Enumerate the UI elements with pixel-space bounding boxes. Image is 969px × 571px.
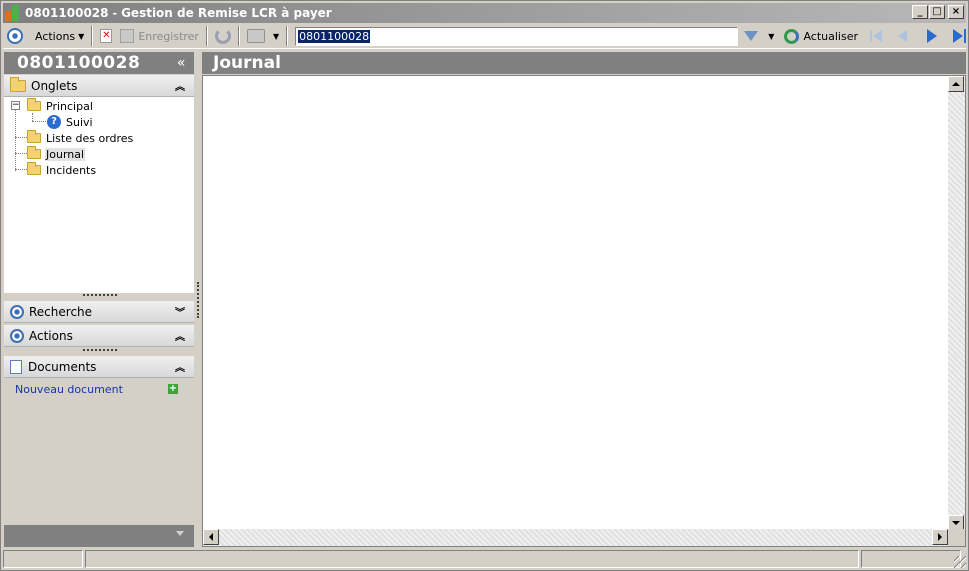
- print-button[interactable]: ▼: [243, 26, 283, 47]
- app-window: 0801100028 - Gestion de Remise LCR à pay…: [0, 0, 969, 571]
- search-circle-icon: [10, 304, 24, 319]
- toolbar-separator: [286, 26, 289, 46]
- tree-item-label: Incidents: [46, 163, 97, 177]
- maximize-button[interactable]: □: [929, 5, 945, 19]
- status-cell: [85, 550, 859, 568]
- collapse-panel-icon[interactable]: «: [177, 52, 186, 74]
- horizontal-scrollbar[interactable]: [203, 529, 948, 546]
- section-recherche-label: Recherche: [29, 304, 93, 319]
- new-document-link[interactable]: Nouveau document: [15, 383, 123, 396]
- save-button[interactable]: Enregistrer: [116, 26, 203, 47]
- toolbar: Actions ▼ ✕ Enregistrer ▼ 0801100028 ▼ A…: [3, 24, 966, 49]
- print-icon: [246, 29, 265, 43]
- actions-menu-button[interactable]: Actions ▼: [31, 26, 88, 47]
- chevron-up-icon[interactable]: ︽: [175, 328, 185, 343]
- tree-item-incidents[interactable]: Incidents: [27, 162, 97, 178]
- folder-open-icon: [27, 146, 41, 159]
- chevron-up-icon[interactable]: ︽: [175, 359, 185, 374]
- tree-item-journal[interactable]: Journal: [27, 146, 86, 162]
- add-document-icon[interactable]: +: [168, 384, 178, 394]
- folder-icon: [27, 162, 41, 175]
- filter-icon[interactable]: [744, 31, 759, 41]
- status-bar: [3, 550, 966, 568]
- chevron-down-icon[interactable]: ︾: [175, 304, 185, 319]
- section-documents[interactable]: Documents ︽: [4, 356, 194, 378]
- app-icon: [5, 5, 21, 21]
- folder-icon: [27, 98, 41, 111]
- next-record-button[interactable]: [927, 29, 937, 43]
- minimize-button[interactable]: _: [912, 5, 928, 19]
- tree-item-label: Liste des ordres: [46, 131, 134, 145]
- main-panel-title: Journal: [213, 53, 281, 73]
- help-icon: ?: [47, 115, 61, 129]
- actions-circle-icon[interactable]: [7, 28, 23, 44]
- window-resize-grip[interactable]: [954, 556, 966, 568]
- previous-record-button[interactable]: [898, 30, 907, 42]
- section-onglets-label: Onglets: [31, 78, 78, 93]
- document-icon: [10, 359, 22, 374]
- scroll-right-button[interactable]: [932, 529, 948, 545]
- section-documents-label: Documents: [28, 359, 97, 374]
- panel-resize-grip[interactable]: [83, 349, 117, 352]
- status-cell: [861, 550, 961, 568]
- sync-icon: [214, 28, 231, 44]
- section-actions[interactable]: Actions ︽: [4, 325, 194, 347]
- tabs-tree: − Principal ? Suivi Liste des ordres Jou…: [4, 97, 194, 293]
- vertical-scrollbar[interactable]: [948, 76, 965, 531]
- toolbar-separator: [91, 26, 94, 46]
- title-separator: -: [112, 6, 118, 20]
- first-record-icon-bar: [870, 30, 872, 42]
- search-input[interactable]: 0801100028: [295, 26, 739, 46]
- chevron-up-icon[interactable]: ︽: [175, 78, 185, 93]
- last-record-button[interactable]: [953, 29, 963, 43]
- actions-circle-icon: [10, 328, 24, 343]
- scroll-left-button[interactable]: [203, 529, 219, 545]
- left-panel-title: 0801100028: [17, 53, 141, 73]
- delete-icon: ✕: [100, 29, 113, 43]
- panel-resize-grip[interactable]: [83, 294, 117, 297]
- search-input-value: 0801100028: [298, 29, 371, 43]
- section-actions-label: Actions: [29, 328, 73, 343]
- pane-splitter[interactable]: [195, 52, 201, 548]
- folder-icon: [10, 76, 26, 92]
- refresh-button[interactable]: Actualiser: [780, 26, 862, 47]
- journal-content-area: [202, 75, 966, 547]
- documents-panel: Nouveau document +: [4, 379, 194, 525]
- chevron-down-icon: ▼: [272, 31, 280, 41]
- tree-item-label: Journal: [45, 147, 86, 161]
- tree-item-suivi[interactable]: ? Suivi: [47, 114, 94, 130]
- tree-item-label: Principal: [46, 99, 93, 113]
- filter-dropdown-icon[interactable]: ▼: [768, 32, 774, 41]
- main-panel-header: Journal: [202, 52, 966, 74]
- save-label: Enregistrer: [138, 29, 199, 43]
- section-recherche[interactable]: Recherche ︾: [4, 301, 194, 323]
- section-onglets[interactable]: Onglets ︽: [4, 75, 194, 97]
- title-bar[interactable]: 0801100028 - Gestion de Remise LCR à pay…: [3, 3, 966, 23]
- first-record-button[interactable]: [873, 30, 882, 42]
- window-title: Gestion de Remise LCR à payer: [121, 6, 332, 20]
- tree-expand-toggle[interactable]: −: [11, 101, 20, 110]
- folder-icon: [27, 130, 41, 143]
- tree-item-label: Suivi: [66, 115, 93, 129]
- actions-menu-label: Actions: [34, 29, 76, 43]
- refresh-icon: [784, 28, 800, 44]
- tree-item-principal[interactable]: Principal: [27, 98, 94, 114]
- scrollbar-corner: [948, 529, 965, 546]
- toolbar-separator: [205, 26, 208, 46]
- scroll-up-button[interactable]: [948, 76, 964, 92]
- refresh-label: Actualiser: [803, 29, 858, 43]
- close-button[interactable]: ×: [948, 5, 964, 19]
- sync-button[interactable]: [211, 26, 235, 47]
- toolbar-separator: [237, 26, 240, 46]
- save-icon: [120, 29, 135, 43]
- tree-item-liste-des-ordres[interactable]: Liste des ordres: [27, 130, 134, 146]
- last-record-icon-bar: [964, 29, 966, 43]
- status-cell: [3, 550, 83, 568]
- left-panel-footer: [4, 525, 194, 547]
- chevron-down-icon: ▼: [78, 31, 85, 41]
- footer-dropdown-icon[interactable]: [176, 531, 184, 536]
- left-panel-header: 0801100028 «: [4, 52, 194, 74]
- window-id: 0801100028: [25, 6, 109, 20]
- delete-button[interactable]: ✕: [96, 26, 116, 47]
